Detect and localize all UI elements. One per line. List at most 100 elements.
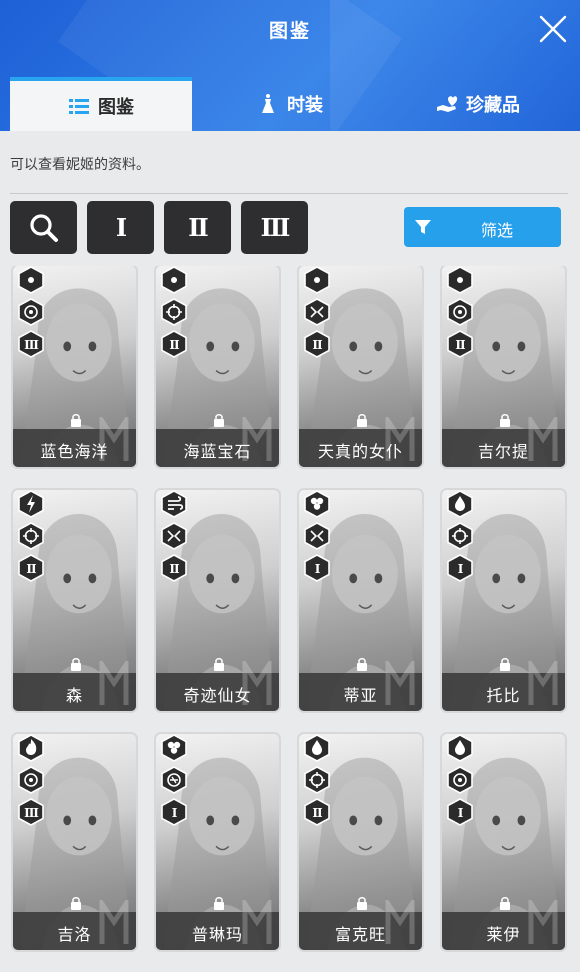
element-unknown-icon <box>161 266 187 294</box>
nikke-logo-icon <box>385 417 415 461</box>
svg-text:II: II <box>169 338 180 352</box>
badge-column: II <box>304 266 330 362</box>
tab-collection[interactable]: 珍藏品 <box>388 77 568 131</box>
nikke-logo-icon <box>99 417 129 461</box>
lock-icon <box>71 897 81 910</box>
burst-badge: I <box>161 798 187 826</box>
burst-badge: II <box>447 330 473 358</box>
heart-hand-icon <box>437 96 458 112</box>
badge-column: II <box>161 490 187 586</box>
burst-badge: II <box>304 798 330 826</box>
element-iron-icon <box>161 734 187 762</box>
divider <box>10 193 568 194</box>
lock-icon <box>214 658 224 671</box>
character-card[interactable]: II 奇迹仙女 <box>154 488 281 713</box>
weapon-crosshair-icon <box>161 298 187 326</box>
list-icon <box>69 99 89 114</box>
badge-column: I <box>304 490 330 586</box>
character-card[interactable]: III 吉洛 <box>11 732 138 952</box>
tab-codex[interactable]: 图鉴 <box>10 77 192 131</box>
badge-column: III <box>18 266 44 362</box>
nikke-logo-icon <box>385 661 415 705</box>
svg-text:II: II <box>26 562 37 576</box>
lock-icon <box>500 658 510 671</box>
lock-icon <box>500 414 510 427</box>
svg-text:II: II <box>312 338 323 352</box>
badge-column: I <box>447 490 473 586</box>
character-card[interactable]: III 蓝色海洋 <box>11 266 138 469</box>
burst-badge: I <box>304 554 330 582</box>
burst-filter-3-button[interactable]: III <box>241 201 308 254</box>
burst-badge: II <box>304 330 330 358</box>
element-iron-icon <box>304 490 330 518</box>
svg-text:II: II <box>312 806 323 820</box>
character-card[interactable]: I 普琳玛 <box>154 732 281 952</box>
lock-icon <box>71 414 81 427</box>
burst-badge: III <box>18 798 44 826</box>
lock-icon <box>214 414 224 427</box>
tab-label: 时装 <box>287 95 323 116</box>
weapon-crosshair-icon <box>18 522 44 550</box>
weapon-circle-target-icon <box>18 298 44 326</box>
character-card[interactable]: I 莱伊 <box>440 732 567 952</box>
weapon-circle-target-icon <box>18 766 44 794</box>
search-button[interactable] <box>10 201 77 254</box>
character-card[interactable]: II 富克旺 <box>297 732 424 952</box>
character-card[interactable]: II 海蓝宝石 <box>154 266 281 469</box>
weapon-crosshair-icon <box>447 522 473 550</box>
header-bar: 图鉴 图鉴 时装 珍藏品 <box>0 0 580 132</box>
burst-badge: II <box>161 330 187 358</box>
tab-costume[interactable]: 时装 <box>200 77 380 131</box>
search-icon <box>29 213 58 242</box>
element-unknown-icon <box>304 266 330 294</box>
element-unknown-icon <box>18 266 44 294</box>
nikke-logo-icon <box>385 900 415 944</box>
svg-text:III: III <box>24 806 39 820</box>
element-electric-icon <box>18 490 44 518</box>
weapon-bowtie-icon <box>304 298 330 326</box>
svg-text:III: III <box>24 338 39 352</box>
element-fire-icon <box>18 734 44 762</box>
element-water-icon <box>447 734 473 762</box>
element-water-icon <box>304 734 330 762</box>
badge-column: II <box>18 490 44 586</box>
burst-badge: II <box>18 554 44 582</box>
lock-icon <box>500 897 510 910</box>
nikke-logo-icon <box>528 900 558 944</box>
nikke-logo-icon <box>242 900 272 944</box>
character-card[interactable]: II 吉尔提 <box>440 266 567 469</box>
svg-text:II: II <box>169 562 180 576</box>
nikke-logo-icon <box>242 417 272 461</box>
character-card[interactable]: I 托比 <box>440 488 567 713</box>
badge-column: I <box>161 734 187 830</box>
element-wind-icon <box>161 490 187 518</box>
tab-label: 图鉴 <box>98 97 134 118</box>
nikke-logo-icon <box>528 661 558 705</box>
badge-column: I <box>447 734 473 830</box>
window-title: 图鉴 <box>268 20 311 42</box>
weapon-bowtie-icon <box>304 522 330 550</box>
character-card[interactable]: I 蒂亚 <box>297 488 424 713</box>
filter-button[interactable]: 筛选 <box>404 207 561 247</box>
weapon-circle-target-icon <box>447 298 473 326</box>
lock-icon <box>214 897 224 910</box>
weapon-circle-target-icon <box>447 766 473 794</box>
badge-column: II <box>304 734 330 830</box>
nikke-logo-icon <box>99 900 129 944</box>
burst-filter-2-button[interactable]: II <box>164 201 231 254</box>
lock-icon <box>357 658 367 671</box>
lock-icon <box>357 897 367 910</box>
weapon-shotgun-icon <box>161 766 187 794</box>
element-water-icon <box>447 490 473 518</box>
badge-column: II <box>447 266 473 362</box>
close-icon[interactable] <box>536 12 570 46</box>
lock-icon <box>71 658 81 671</box>
weapon-crosshair-icon <box>304 766 330 794</box>
burst-badge: II <box>161 554 187 582</box>
character-card[interactable]: II 天真的女仆 <box>297 266 424 469</box>
lock-icon <box>357 414 367 427</box>
burst-filter-1-button[interactable]: I <box>87 201 154 254</box>
filter-label: 筛选 <box>480 221 513 240</box>
character-card[interactable]: II 森 <box>11 488 138 713</box>
character-grid: III 蓝色海洋 II 海蓝宝石 II 天真的女仆 II 吉尔提 II 森 II… <box>0 266 580 956</box>
